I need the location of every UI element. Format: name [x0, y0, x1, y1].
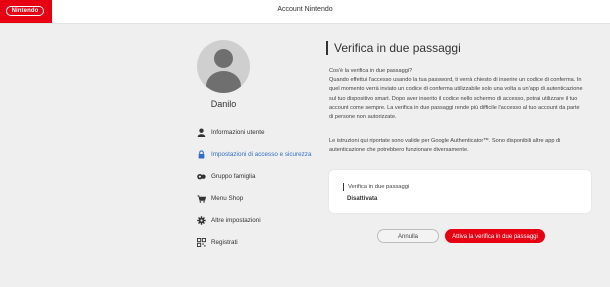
activate-two-step-button[interactable]: Attiva la verifica in due passaggi	[445, 229, 545, 243]
status-card: Verifica in due passaggi Disattivata	[329, 170, 591, 213]
sidebar-item-label: Informazioni utente	[211, 128, 265, 136]
cancel-button[interactable]: Annulla	[377, 229, 439, 243]
authenticator-note: Le istruzioni qui riportate sono valide …	[329, 138, 561, 154]
username: Danilo	[210, 99, 237, 109]
sidebar-item-register[interactable]: Registrati	[197, 236, 238, 248]
intro-paragraph: Cos'è la verifica in due passaggi? Quand…	[329, 68, 583, 121]
qr-code-icon	[197, 237, 206, 247]
sidebar-item-label: Registrati	[211, 238, 238, 246]
avatar-body	[206, 71, 241, 93]
lock-icon	[198, 149, 205, 159]
sidebar-item-label: Gruppo famiglia	[211, 172, 256, 180]
shop-icon	[197, 194, 206, 203]
app-title: Account Nintendo	[277, 6, 333, 13]
sidebar-item-security[interactable]: Impostazioni di accesso e sicurezza	[197, 148, 311, 160]
gear-icon	[197, 215, 206, 225]
sidebar-item-family[interactable]: Gruppo famiglia	[197, 170, 255, 182]
family-icon	[197, 173, 206, 179]
avatar	[197, 40, 250, 93]
sidebar-item-label: Altre impostazioni	[211, 216, 261, 224]
status-card-label: Verifica in due passaggi	[343, 183, 409, 191]
sidebar-item-label: Impostazioni di accesso e sicurezza	[211, 150, 312, 158]
status-value: Disattivata	[347, 196, 378, 202]
person-icon	[197, 128, 206, 137]
sidebar-item-user-info[interactable]: Informazioni utente	[197, 126, 265, 138]
sidebar-item-other-settings[interactable]: Altre impostazioni	[197, 214, 261, 226]
avatar-head	[214, 49, 233, 68]
sidebar-item-shop[interactable]: Menu Shop	[197, 192, 243, 204]
page-title: Verifica in due passaggi	[326, 41, 461, 55]
sidebar-item-label: Menu Shop	[211, 194, 244, 202]
top-bar: Nintendo Account Nintendo	[0, 0, 610, 24]
